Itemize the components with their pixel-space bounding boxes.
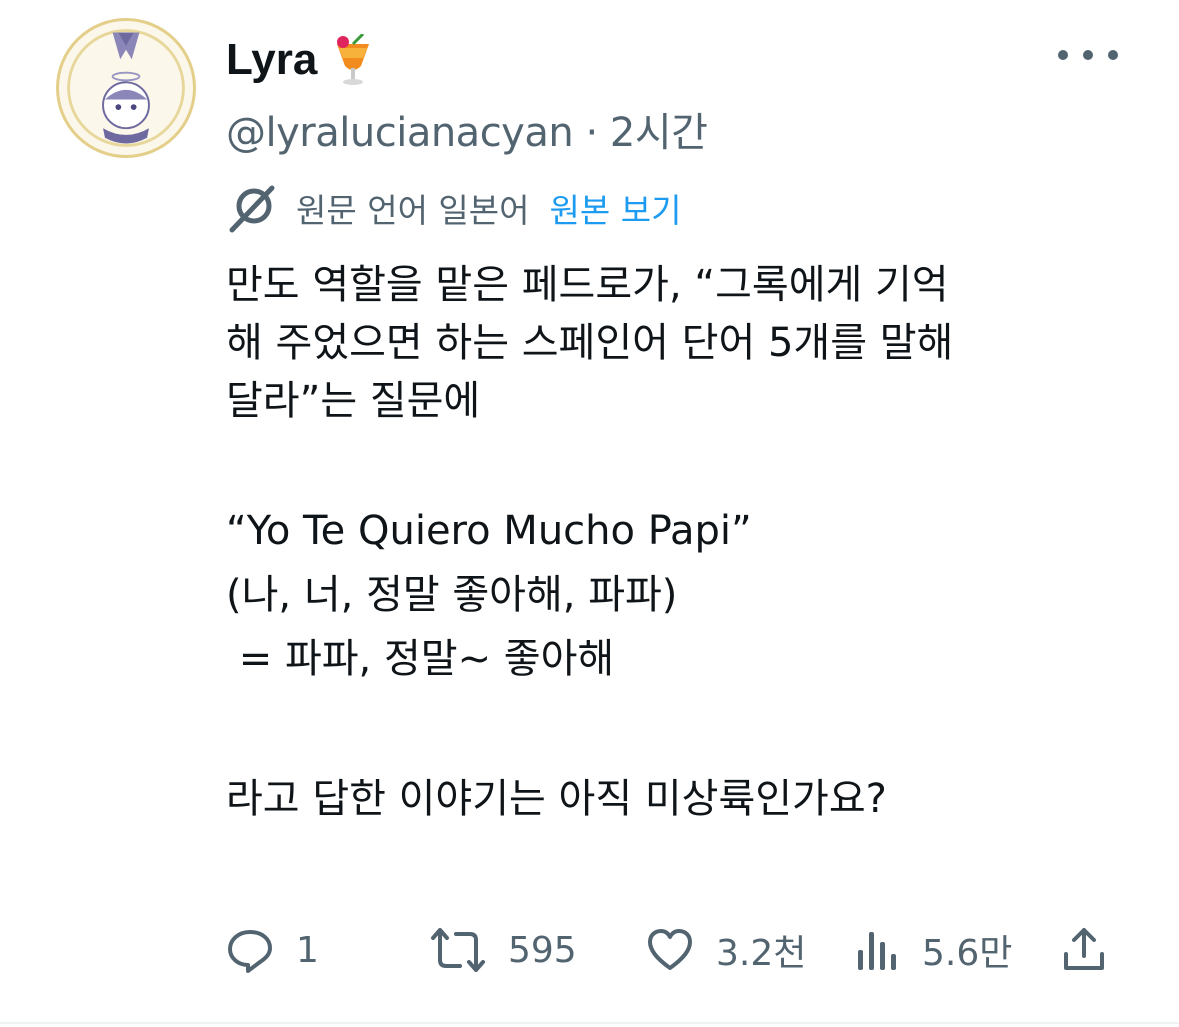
retweet-icon (431, 928, 485, 972)
display-name[interactable]: Lyra (226, 35, 317, 85)
separator: · (585, 110, 598, 156)
tweet-line: (나, 너, 정말 좋아해, 파파) (226, 572, 678, 618)
like-count: 3.2천 (716, 933, 807, 974)
avatar[interactable] (56, 18, 196, 158)
reply-count: 1 (296, 929, 319, 971)
globe-slash-icon (229, 185, 275, 233)
author-name-row[interactable]: Lyra (226, 30, 375, 90)
retweet-button[interactable]: 595 (430, 910, 577, 990)
views-count: 5.6만 (922, 933, 1013, 974)
action-bar: 1 595 3.2천 5.6만 (0, 910, 1179, 990)
show-original-link[interactable]: 원본 보기 (550, 184, 682, 232)
tropical-drink-icon (337, 34, 370, 85)
retweet-count: 595 (508, 929, 577, 971)
bar-chart-icon (858, 932, 896, 970)
source-language-label: 원문 언어 일본어 (296, 191, 530, 230)
translation-bar: 원문 언어 일본어 원본 보기 (226, 182, 681, 234)
tweet-text: 만도 역할을 맡은 페드로가, “그록에게 기억 해 주었으면 하는 스페인어 … (226, 256, 1126, 828)
tweet-line: 만도 역할을 맡은 페드로가, “그록에게 기억 (226, 262, 949, 308)
like-button[interactable]: 3.2천 (646, 910, 806, 990)
share-icon (1064, 928, 1104, 970)
tweet-line: “Yo Te Quiero Mucho Papi” (226, 508, 752, 554)
views-button[interactable]: 5.6만 (852, 910, 1012, 990)
share-button[interactable] (1060, 910, 1130, 990)
tweet-line: = 파파, 정말~ 좋아해 (226, 636, 615, 682)
divider (0, 1022, 1179, 1024)
reply-icon (228, 930, 272, 973)
timestamp[interactable]: 2시간 (610, 110, 708, 156)
avatar-illustration (67, 29, 185, 147)
handle[interactable]: @lyralucianacyan (226, 110, 574, 156)
tweet-line: 라고 답한 이야기는 아직 미상륙인가요? (226, 776, 887, 822)
reply-button[interactable]: 1 (226, 910, 319, 990)
tweet-line: 해 주었으면 하는 스페인어 단어 5개를 말해 (226, 320, 954, 366)
more-options-icon[interactable] (1058, 40, 1118, 70)
heart-icon (648, 929, 692, 970)
author-handle-row: @lyralucianacyan · 2시간 (226, 100, 708, 158)
tweet-line: 달라”는 질문에 (226, 378, 481, 424)
